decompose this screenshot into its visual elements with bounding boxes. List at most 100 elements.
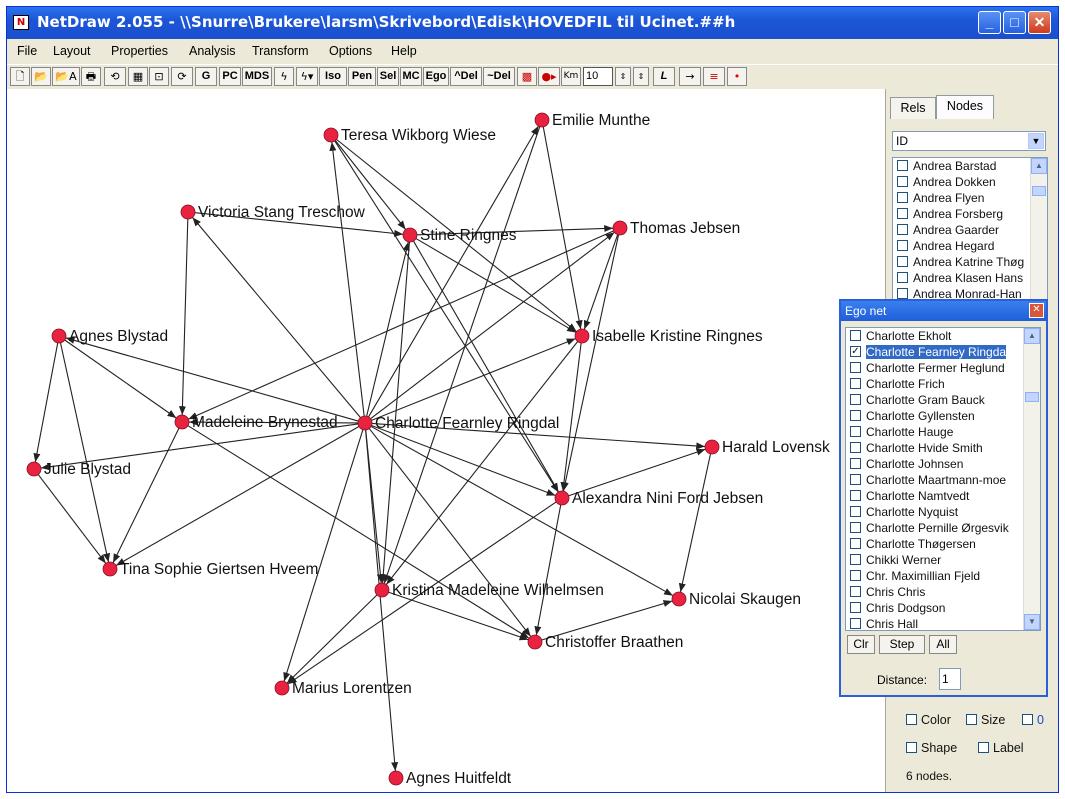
ego-checkbox[interactable] <box>850 538 861 549</box>
red-dot-icon[interactable]: • <box>727 67 747 86</box>
node-christoffer[interactable] <box>527 634 543 650</box>
ego-list-item[interactable]: Charlotte Hauge <box>846 424 1040 440</box>
ego-list-item[interactable]: Chris Chris <box>846 584 1040 600</box>
chevron-down-icon[interactable]: ▼ <box>1028 133 1044 149</box>
ego-list[interactable]: Charlotte Ekholt ✓ Charlotte Fearnley Ring… <box>845 327 1041 631</box>
maximize-button[interactable]: □ <box>1003 11 1026 34</box>
menu-options[interactable]: Options <box>329 44 372 58</box>
node-color-icon[interactable]: ●▸ <box>538 67 560 86</box>
node-checkbox[interactable] <box>897 160 908 171</box>
ego-list-item[interactable]: Charlotte Namtvedt <box>846 488 1040 504</box>
size-spinner-icon[interactable]: ⇕ <box>633 67 649 86</box>
node-kristina[interactable] <box>374 582 390 598</box>
ego-checkbox[interactable] <box>850 442 861 453</box>
ego-list-item[interactable]: Charlotte Thøgersen <box>846 536 1040 552</box>
ego-checkbox[interactable] <box>850 394 861 405</box>
node-label-kristina[interactable]: Kristina Madeleine Wilhelmsen <box>392 582 604 599</box>
node-label-thomas[interactable]: Thomas Jebsen <box>630 220 740 237</box>
node-label-madeleine[interactable]: Madeleine Brynestad <box>192 414 338 431</box>
node-victoria[interactable] <box>180 204 196 220</box>
node-label-tina[interactable]: Tina Sophie Giertsen Hveem <box>120 561 318 578</box>
ego-all-button[interactable]: All <box>929 635 957 654</box>
option-size[interactable]: Size <box>966 713 1005 727</box>
lightning-dropdown-icon[interactable]: ϟ▾ <box>296 67 318 86</box>
list-item[interactable]: Andrea Dokken <box>893 174 1047 190</box>
new-file-icon[interactable]: 🗋 <box>10 67 30 86</box>
ego-clear-button[interactable]: Clr <box>847 635 875 654</box>
node-isabelle[interactable] <box>574 328 590 344</box>
list-item[interactable]: Andrea Klasen Hans <box>893 270 1047 286</box>
delete-unselected-button[interactable]: ~Del <box>483 67 515 86</box>
ego-button[interactable]: Ego <box>423 67 449 86</box>
node-agnesb[interactable] <box>51 328 67 344</box>
ego-list-item[interactable]: Charlotte Gyllensten <box>846 408 1040 424</box>
menu-layout[interactable]: Layout <box>53 44 91 58</box>
ego-list-item[interactable]: Charlotte Johnsen <box>846 456 1040 472</box>
nodes-list-scrollbar[interactable]: ▲ <box>1030 158 1047 311</box>
node-label-julie[interactable]: Julie Blystad <box>44 461 131 478</box>
node-checkbox[interactable] <box>897 288 908 299</box>
ego-checkbox[interactable] <box>850 506 861 517</box>
line-color-icon[interactable]: ≡ <box>703 67 725 86</box>
ego-checkbox[interactable] <box>850 426 861 437</box>
scroll-up-icon[interactable]: ▲ <box>1031 158 1047 174</box>
menu-file[interactable]: File <box>17 44 37 58</box>
menu-transform[interactable]: Transform <box>252 44 309 58</box>
node-agnesh[interactable] <box>388 770 404 786</box>
color-checkbox[interactable] <box>906 714 917 725</box>
node-label-agnesb[interactable]: Agnes Blystad <box>69 328 168 345</box>
ego-list-item[interactable]: Charlotte Frich <box>846 376 1040 392</box>
layout-mds-button[interactable]: MDS <box>242 67 272 86</box>
node-label-nicolai[interactable]: Nicolai Skaugen <box>689 591 801 608</box>
node-label-alexandra[interactable]: Alexandra Nini Ford Jebsen <box>572 490 763 507</box>
ego-checkbox[interactable] <box>850 602 861 613</box>
list-item[interactable]: Andrea Barstad <box>893 158 1047 174</box>
layout-pc-button[interactable]: PC <box>219 67 241 86</box>
node-label-christoffer[interactable]: Christoffer Braathen <box>545 634 683 651</box>
node-checkbox[interactable] <box>897 272 908 283</box>
option-extra[interactable]: 0 <box>1022 713 1044 727</box>
list-item[interactable]: Andrea Katrine Thøg <box>893 254 1047 270</box>
list-item[interactable]: Andrea Flyen <box>893 190 1047 206</box>
option-color[interactable]: Color <box>906 713 951 727</box>
refresh-layout-icon[interactable]: ⟳ <box>171 67 193 86</box>
ego-checkbox[interactable] <box>850 522 861 533</box>
ego-list-item[interactable]: Charlotte Fermer Heglund <box>846 360 1040 376</box>
extra-checkbox[interactable] <box>1022 714 1033 725</box>
main-component-button[interactable]: MC <box>400 67 422 86</box>
tab-nodes[interactable]: Nodes <box>936 95 994 119</box>
layout-grid-icon[interactable]: ▦ <box>128 67 148 86</box>
node-label-stine[interactable]: Stine Ringnes <box>420 227 517 244</box>
node-label-charlotte[interactable]: Charlotte Fearnley Ringdal <box>375 415 559 432</box>
ego-list-item[interactable]: Charlotte Maartmann-moe <box>846 472 1040 488</box>
menu-properties[interactable]: Properties <box>111 44 168 58</box>
open-folder-icon[interactable]: 📂 <box>31 67 51 86</box>
delete-selected-button[interactable]: ^Del <box>450 67 482 86</box>
node-nicolai[interactable] <box>671 591 687 607</box>
attribute-select[interactable]: ID ▼ <box>892 131 1046 151</box>
node-alexandra[interactable] <box>554 490 570 506</box>
select-button[interactable]: Sel <box>377 67 399 86</box>
tab-rels[interactable]: Rels <box>890 97 936 119</box>
node-teresa[interactable] <box>323 127 339 143</box>
node-label-teresa[interactable]: Teresa Wikborg Wiese <box>341 127 496 144</box>
list-item[interactable]: Andrea Hegard <box>893 238 1047 254</box>
node-label-isabelle[interactable]: Isabelle Kristine Ringnes <box>592 328 763 345</box>
title-bar[interactable]: N NetDraw 2.055 - \\Snurre\Brukere\larsm… <box>7 7 1058 39</box>
node-label-marius[interactable]: Marius Lorentzen <box>292 680 412 697</box>
ego-scroll-down-icon[interactable]: ▼ <box>1024 614 1040 630</box>
labels-toggle-button[interactable]: L <box>653 67 675 86</box>
menu-help[interactable]: Help <box>391 44 417 58</box>
node-label-harald[interactable]: Harald Lovensk <box>722 439 830 456</box>
layout-circle-icon[interactable]: ⟲ <box>104 67 126 86</box>
node-tina[interactable] <box>102 561 118 577</box>
ego-checkbox[interactable] <box>850 378 861 389</box>
option-label[interactable]: Label <box>978 741 1024 755</box>
ego-list-item[interactable]: Charlotte Pernille Ørgesvik <box>846 520 1040 536</box>
list-item[interactable]: Andrea Forsberg <box>893 206 1047 222</box>
ego-checkbox[interactable] <box>850 618 861 629</box>
scroll-thumb[interactable] <box>1032 186 1046 196</box>
ego-checkbox[interactable] <box>850 490 861 501</box>
ego-list-item[interactable]: Chikki Werner <box>846 552 1040 568</box>
list-item[interactable]: Andrea Gaarder <box>893 222 1047 238</box>
